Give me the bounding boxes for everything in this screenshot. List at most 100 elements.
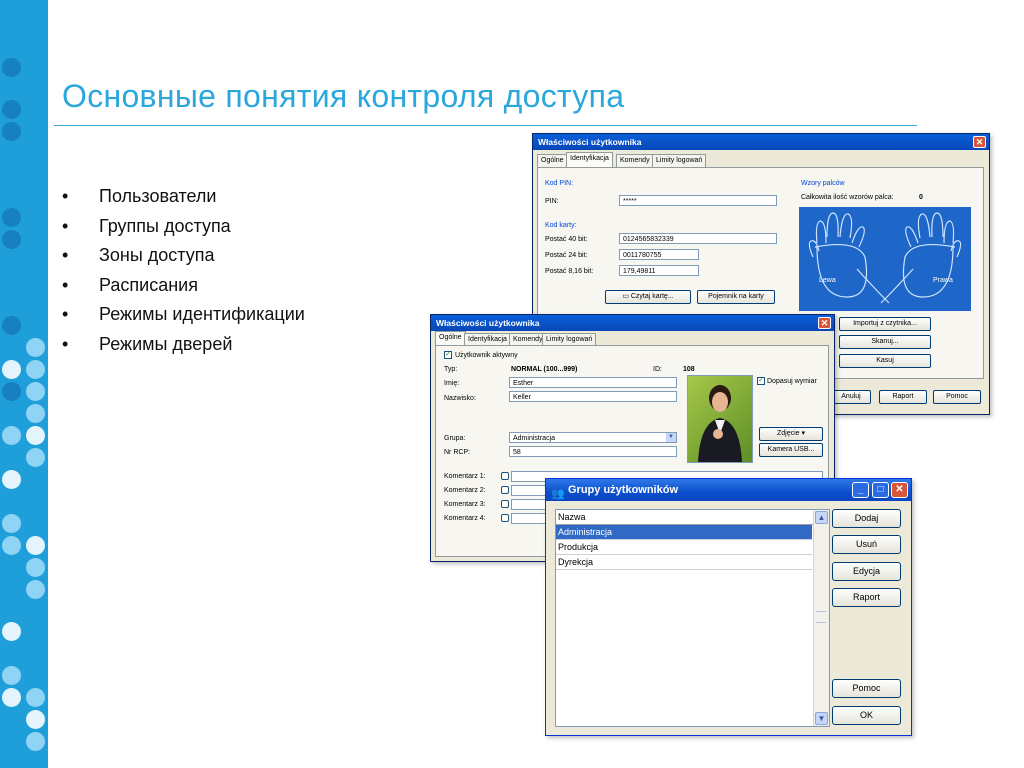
fit-size-label: Dopasuj wymiar [767,378,817,385]
sidebar-dot [26,360,45,379]
help-button[interactable]: Pomoc [832,679,901,698]
sidebar-dot [26,688,45,707]
window-title: Właściwości użytkownika [436,318,540,328]
card816-label: Postać 8,16 bit: [545,268,594,275]
scroll-up-icon[interactable]: ▲ [815,511,828,524]
window-titlebar: 👥 Grupy użytkowników _ □ ✕ [546,479,911,501]
pin-group-label: Kod PIN: [545,180,574,187]
scan-button[interactable]: Skanuj... [839,335,931,349]
first-name-input[interactable]: Esther [509,377,677,388]
type-value: NORMAL (100...999) [511,366,578,373]
tab-login-limits[interactable]: Limity logowań [652,154,707,167]
comment2-checkbox[interactable] [501,486,509,494]
card-group-label: Kod karty: [545,222,577,229]
tab-general[interactable]: Ogólne [435,331,466,346]
maximize-icon[interactable]: □ [872,482,889,498]
ok-button[interactable]: OK [832,706,901,725]
sidebar-dot [26,710,45,729]
delete-fingerprint-button[interactable]: Kasuj [839,354,931,368]
sidebar-dot [2,666,21,685]
help-button[interactable]: Pomoc [933,390,981,404]
sidebar-dot [26,732,45,751]
sidebar-dot [2,230,21,249]
edit-group-button[interactable]: Edycja [832,562,901,581]
comment1-checkbox[interactable] [501,472,509,480]
card24-label: Postać 24 bit: [545,252,588,259]
sidebar-dot [26,426,45,445]
fit-size-checkbox[interactable]: ✓ [757,377,765,385]
card816-input[interactable]: 179,49811 [619,265,699,276]
window-titlebar: Właściwości użytkownika ✕ [533,134,989,150]
bullet-item: Расписания [62,275,305,305]
close-icon[interactable]: ✕ [818,317,831,329]
cancel-button[interactable]: Anuluj [831,390,871,404]
card-icon: ▭ [622,293,631,300]
sidebar-dot [26,536,45,555]
window-title: Grupy użytkowników [568,484,679,496]
list-item[interactable]: Administracja [556,525,812,540]
sidebar-dot [2,122,21,141]
groups-list: Nazwa Administracja Produkcja Dyrekcja ▲… [555,509,830,727]
rcp-input[interactable]: 58 [509,446,677,457]
read-card-button[interactable]: ▭ Czytaj kartę... [605,290,691,304]
chevron-down-icon[interactable]: ▼ [666,433,676,442]
window-title: Właściwości użytkownika [538,137,642,147]
group-select[interactable]: Administracja ▼ [509,432,677,443]
person-photo-icon [698,385,742,462]
remove-group-button[interactable]: Usuń [832,535,901,554]
last-name-input[interactable]: Keller [509,391,677,402]
sidebar-dot [26,558,45,577]
first-name-label: Imię: [444,380,460,387]
pin-input[interactable]: ***** [619,195,777,206]
photo-menu-button[interactable]: Zdjęcie ▾ [759,427,823,441]
sidebar-dot [26,580,45,599]
tab-general[interactable]: Ogólne [537,154,568,167]
fingerprint-group-label: Wzory palców [801,180,845,187]
card24-input[interactable]: 0011780755 [619,249,699,260]
add-group-button[interactable]: Dodaj [832,509,901,528]
sidebar-dot [2,514,21,533]
report-button[interactable]: Raport [879,390,927,404]
minimize-icon[interactable]: _ [852,482,869,498]
sidebar-dot [2,688,21,707]
card40-input[interactable]: 0124565832339 [619,233,777,244]
import-from-reader-button[interactable]: Importuj z czytnika... [839,317,931,331]
usb-camera-button[interactable]: Kamera USB... [759,443,823,457]
active-user-checkbox[interactable]: ✓ [444,351,452,359]
tab-commands[interactable]: Komendy [616,154,654,167]
list-item[interactable]: Dyrekcja [556,555,812,570]
close-icon[interactable]: ✕ [891,482,908,498]
decorative-sidebar [0,0,48,768]
id-label: ID: [653,366,662,373]
hands-panel: Lewa Prawa [799,207,971,311]
id-value: 108 [683,366,695,373]
card-container-button[interactable]: Pojemnik na karty [697,290,775,304]
bullet-item: Зоны доступа [62,245,305,275]
report-button[interactable]: Raport [832,588,901,607]
last-name-label: Nazwisko: [444,395,476,402]
fingerprint-count-label: Całkowita ilość wzorów palca: [801,194,894,201]
active-user-label: Użytkownik aktywny [455,352,518,359]
pin-label: PIN: [545,198,559,205]
comment4-checkbox[interactable] [501,514,509,522]
bullet-item: Режимы идентификации [62,304,305,334]
comment4-label: Komentarz 4: [444,515,486,522]
scroll-down-icon[interactable]: ▼ [815,712,828,725]
comment3-checkbox[interactable] [501,500,509,508]
comment2-label: Komentarz 2: [444,487,486,494]
window-titlebar: Właściwości użytkownika ✕ [431,315,834,331]
fingerprint-count-value: 0 [919,194,923,201]
sidebar-dot [2,208,21,227]
list-scrollbar[interactable]: ▲ ▼ [813,510,829,726]
tab-identification[interactable]: Identyfikacja [566,152,613,167]
user-groups-window: 👥 Grupy użytkowników _ □ ✕ Nazwa Adminis… [545,478,912,736]
scroll-grip-icon[interactable] [816,611,826,623]
sidebar-dot [26,404,45,423]
sidebar-dot [2,536,21,555]
sidebar-dot [2,58,21,77]
close-icon[interactable]: ✕ [973,136,986,148]
list-item[interactable]: Produkcja [556,540,812,555]
column-header-name[interactable]: Nazwa [556,510,814,525]
sidebar-dot [2,426,21,445]
bullet-item: Режимы дверей [62,334,305,364]
